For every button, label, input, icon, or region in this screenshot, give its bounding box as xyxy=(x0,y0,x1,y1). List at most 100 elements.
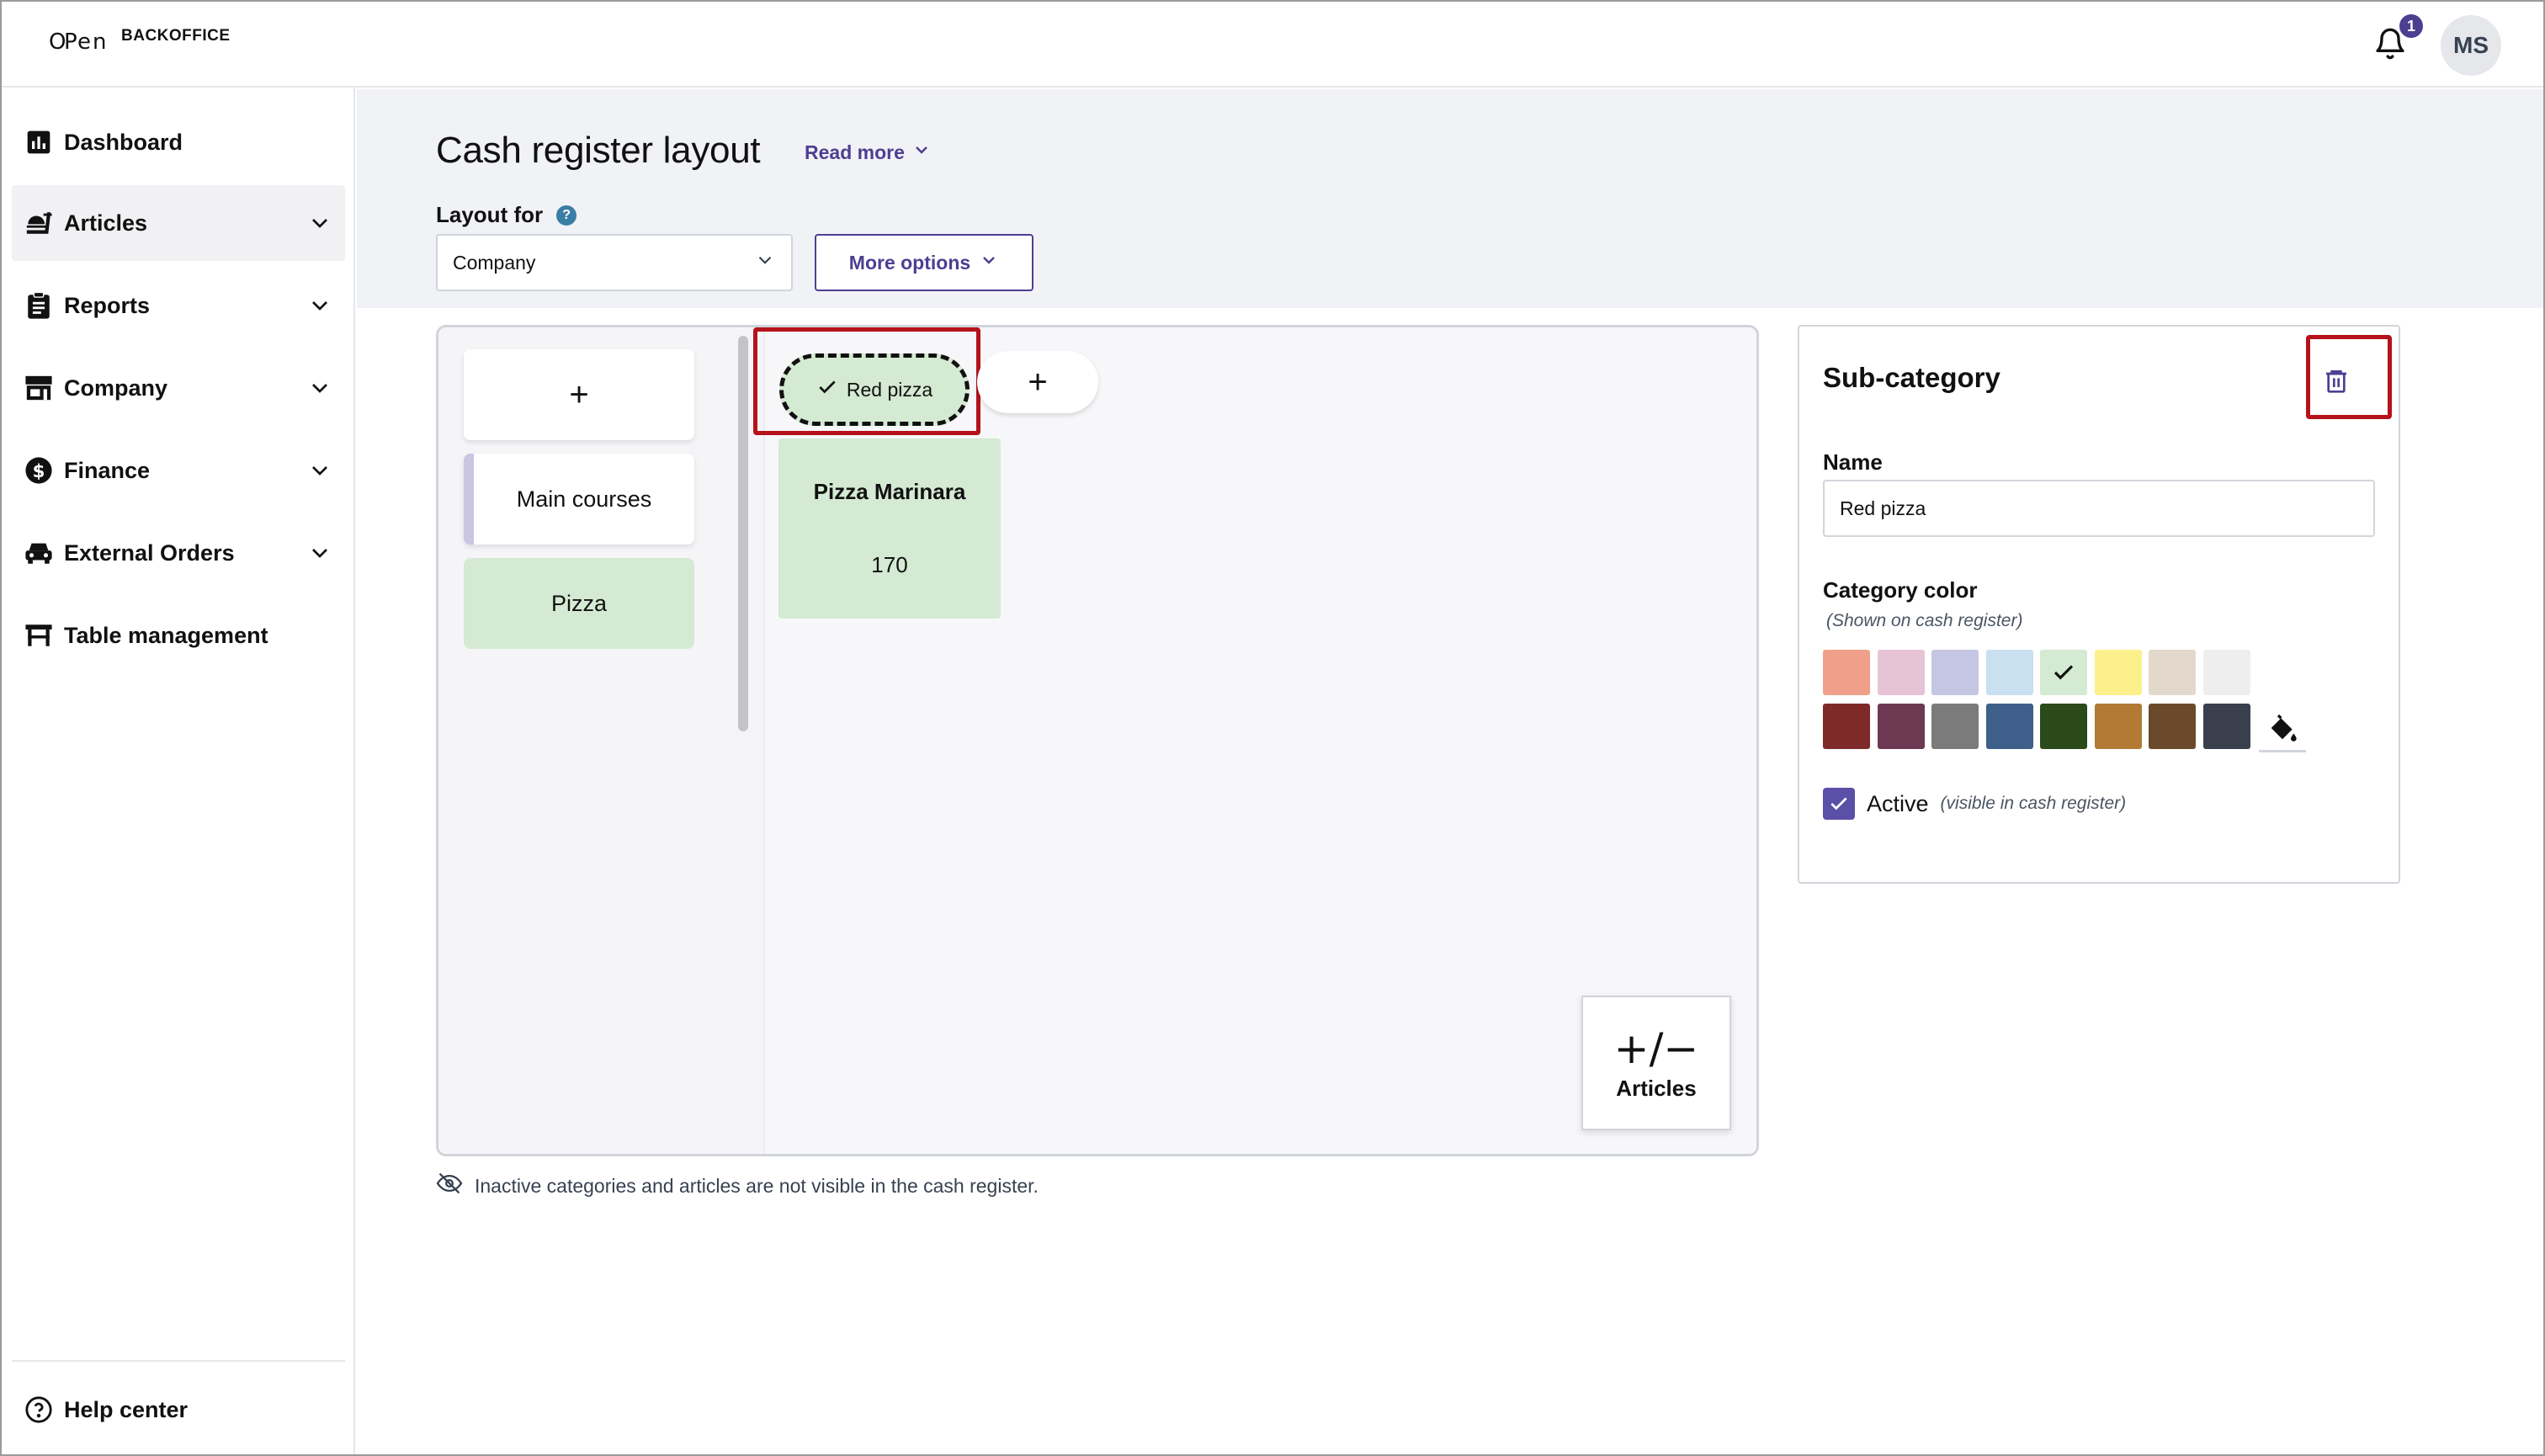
sidebar-item-label: Company xyxy=(64,375,168,401)
svg-text:$: $ xyxy=(33,461,45,482)
panel-title: Sub-category xyxy=(1823,362,2000,393)
svg-text:n: n xyxy=(93,29,107,55)
sidebar-item-company[interactable]: Company xyxy=(12,350,345,426)
active-row: Active (visible in cash register) xyxy=(1823,788,2126,820)
dollar-icon: $ xyxy=(24,455,54,486)
active-hint: (visible in cash register) xyxy=(1940,794,2127,813)
color-swatch[interactable] xyxy=(2149,650,2196,695)
active-label: Active xyxy=(1867,790,1929,816)
sidebar-item-label: Dashboard xyxy=(64,129,183,155)
logo-mark: O P e n xyxy=(49,25,116,68)
name-label: Name xyxy=(1823,449,1883,475)
subcategory-panel: Sub-category Name Category color (Shown … xyxy=(1798,325,2400,884)
active-checkbox[interactable] xyxy=(1823,788,1855,820)
sidebar-item-label: Articles xyxy=(64,210,148,236)
logo[interactable]: O P e n BACKOFFICE xyxy=(49,25,231,68)
eye-off-icon xyxy=(436,1172,463,1200)
notifications-badge: 1 xyxy=(2397,12,2425,40)
layout-for-label-row: Layout for ? xyxy=(436,202,577,228)
layout-for-value: Company xyxy=(453,251,536,274)
color-swatch[interactable] xyxy=(1877,650,1925,695)
highlight-outline xyxy=(753,327,980,435)
read-more-link[interactable]: Read more xyxy=(805,140,932,165)
category-color-sublabel: (Shown on cash register) xyxy=(1826,611,2023,630)
plus-minus-icon: +/− xyxy=(1613,1023,1699,1073)
add-remove-articles-button[interactable]: +/− Articles xyxy=(1581,996,1731,1130)
table-icon xyxy=(24,620,54,651)
help-icon[interactable]: ? xyxy=(556,205,577,226)
sidebar: Dashboard Articles Reports Company $ Fin… xyxy=(2,88,355,1454)
sidebar-item-label: Table management xyxy=(64,622,268,648)
category-tile-pizza[interactable]: Pizza xyxy=(464,558,694,649)
category-scrollbar[interactable] xyxy=(738,336,748,731)
article-name: Pizza Marinara xyxy=(813,479,966,504)
chevron-down-icon xyxy=(306,539,333,566)
color-swatch[interactable] xyxy=(2149,704,2196,749)
chevron-down-icon xyxy=(754,249,776,276)
color-swatch[interactable] xyxy=(1985,650,2033,695)
more-options-button[interactable]: More options xyxy=(815,234,1033,291)
chevron-down-icon xyxy=(306,457,333,484)
more-options-label: More options xyxy=(848,251,971,274)
color-swatch[interactable] xyxy=(1931,704,1979,749)
color-swatch[interactable] xyxy=(1823,650,1870,695)
paint-bucket-icon[interactable] xyxy=(2259,705,2306,752)
sidebar-divider xyxy=(12,1360,345,1362)
color-swatch[interactable] xyxy=(2040,650,2087,695)
read-more-label: Read more xyxy=(805,141,905,163)
layout-for-select[interactable]: Company xyxy=(436,234,793,291)
category-column-empty xyxy=(438,657,733,1154)
sidebar-item-label: Finance xyxy=(64,457,151,483)
store-icon xyxy=(24,373,54,403)
chevron-down-icon xyxy=(306,375,333,401)
sidebar-item-reports[interactable]: Reports xyxy=(12,268,345,343)
sidebar-item-label: External Orders xyxy=(64,539,235,566)
chevron-down-icon xyxy=(979,250,999,275)
inactive-note: Inactive categories and articles are not… xyxy=(436,1172,1039,1200)
category-color-label: Category color xyxy=(1823,577,1978,603)
color-swatch[interactable] xyxy=(2094,650,2142,695)
clipboard-icon xyxy=(24,290,54,321)
layout-canvas: + Main courses Pizza Red pizza + Pizza M… xyxy=(436,325,1759,1156)
car-icon xyxy=(24,538,54,568)
app-window: O P e n BACKOFFICE 1 MS Dashboard Articl… xyxy=(0,0,2545,1456)
chevron-down-icon xyxy=(911,140,932,165)
sidebar-item-articles[interactable]: Articles xyxy=(12,185,345,261)
trash-icon[interactable] xyxy=(2323,367,2350,394)
sidebar-item-dashboard[interactable]: Dashboard xyxy=(12,104,345,180)
color-swatch[interactable] xyxy=(2202,650,2250,695)
help-center-label: Help center xyxy=(64,1396,189,1422)
color-swatch[interactable] xyxy=(1823,704,1870,749)
top-bar: O P e n BACKOFFICE 1 MS xyxy=(2,2,2543,88)
svg-text:e: e xyxy=(77,29,92,55)
inactive-note-text: Inactive categories and articles are not… xyxy=(475,1174,1039,1197)
color-swatch[interactable] xyxy=(2094,704,2142,749)
chart-icon xyxy=(24,127,54,157)
articles-button-label: Articles xyxy=(1616,1075,1697,1101)
chevron-down-icon xyxy=(306,210,333,236)
page-title: Cash register layout xyxy=(436,130,761,171)
user-avatar[interactable]: MS xyxy=(2441,15,2501,76)
articles-icon xyxy=(24,208,54,238)
sidebar-item-table-management[interactable]: Table management xyxy=(12,598,345,673)
help-center-link[interactable]: Help center xyxy=(12,1372,345,1448)
layout-for-label: Layout for xyxy=(436,202,544,227)
add-category-button[interactable]: + xyxy=(464,349,694,440)
category-tile-main-courses[interactable]: Main courses xyxy=(464,454,694,545)
color-swatch[interactable] xyxy=(2202,704,2250,749)
sidebar-item-finance[interactable]: $ Finance xyxy=(12,433,345,508)
svg-text:P: P xyxy=(64,29,78,55)
chevron-down-icon xyxy=(306,292,333,319)
add-subcategory-button[interactable]: + xyxy=(977,351,1098,413)
article-price: 170 xyxy=(871,552,908,577)
help-circle-icon xyxy=(24,1395,54,1425)
name-input[interactable] xyxy=(1823,480,2375,537)
sidebar-item-external-orders[interactable]: External Orders xyxy=(12,515,345,591)
page-header: Cash register layout Read more Layout fo… xyxy=(357,89,2543,308)
color-swatch[interactable] xyxy=(2040,704,2087,749)
color-swatch[interactable] xyxy=(1877,704,1925,749)
logo-text: BACKOFFICE xyxy=(121,27,231,45)
color-swatch[interactable] xyxy=(1985,704,2033,749)
color-swatch[interactable] xyxy=(1931,650,1979,695)
article-tile-pizza-marinara[interactable]: Pizza Marinara 170 xyxy=(778,438,1001,619)
